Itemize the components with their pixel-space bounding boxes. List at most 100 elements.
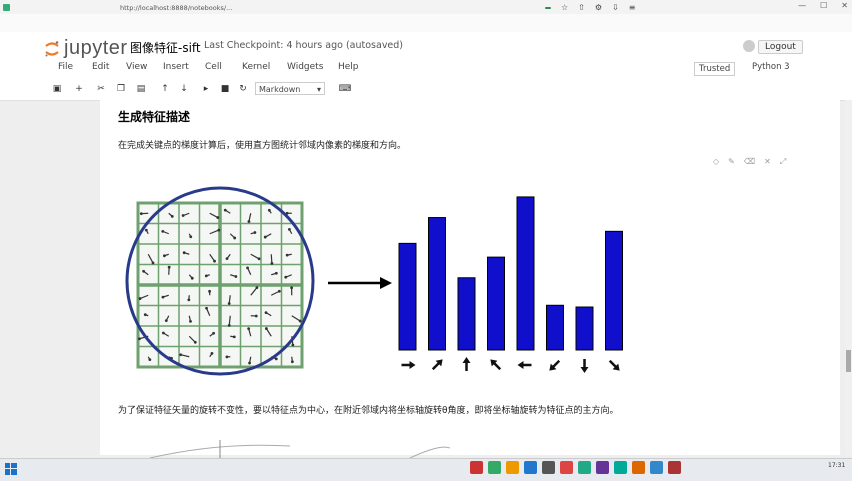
save-icon[interactable]: ▣ [50, 82, 64, 96]
move-up-icon[interactable]: ↑ [158, 82, 172, 96]
cell-tool-2-icon[interactable]: ✎ [728, 157, 735, 167]
gradient-arrow-head [286, 254, 289, 257]
logout-button[interactable]: Logout [758, 40, 803, 54]
app-11-icon[interactable] [650, 461, 663, 474]
gradient-arrow-head [228, 324, 231, 327]
gradient-arrow-head [299, 320, 302, 323]
gradient-arrow-head [278, 290, 281, 293]
next-figure-preview [130, 440, 450, 458]
gradient-arrow-head [233, 237, 236, 240]
window-controls: — ☐ ✕ [798, 1, 848, 10]
gradient-arrow-head [162, 296, 165, 299]
maximize-button[interactable]: ☐ [820, 1, 827, 10]
direction-arrow-head [518, 361, 524, 369]
cut-icon[interactable]: ✂ [94, 82, 108, 96]
keyboard-icon[interactable]: ⌨ [338, 82, 352, 96]
chevron-down-icon: ▾ [317, 83, 321, 96]
move-down-icon[interactable]: ↓ [177, 82, 191, 96]
gradient-arrow-head [171, 215, 174, 218]
cell-type-select[interactable]: Markdown▾ [255, 82, 325, 95]
close-button[interactable]: ✕ [841, 1, 848, 10]
app-10-icon[interactable] [632, 461, 645, 474]
gradient-arrow-head [211, 352, 214, 355]
run-icon[interactable]: ▸ [199, 82, 213, 96]
scrollbar-thumb[interactable] [846, 350, 851, 372]
gradient-arrow-head [142, 270, 145, 273]
app-5-icon[interactable] [542, 461, 555, 474]
cell-footer-text: 为了保证特征矢量的旋转不变性，要以特征点为中心，在附近邻域内将坐标轴旋转θ角度，… [118, 403, 619, 416]
gradient-arrow-head [208, 290, 211, 293]
sync-badge[interactable] [545, 7, 551, 9]
menu-kernel[interactable]: Kernel [242, 62, 270, 72]
gradient-arrow-head [205, 274, 208, 277]
app-6-icon[interactable] [560, 461, 573, 474]
notebook-scrollbar[interactable] [845, 100, 852, 455]
gradient-arrow-head [255, 315, 258, 318]
gradient-arrow-head [226, 257, 229, 260]
gradient-arrow-head [191, 277, 194, 280]
download-icon[interactable]: ⇩ [612, 3, 619, 12]
direction-arrow [488, 357, 504, 373]
transition-arrow [328, 277, 392, 289]
minimize-button[interactable]: — [798, 1, 806, 10]
gradient-arrow-head [165, 319, 168, 322]
sift-descriptor-figure [120, 185, 640, 385]
gradient-arrow-head [271, 262, 274, 265]
menu-view[interactable]: View [126, 62, 147, 72]
gradient-arrow-head [256, 286, 259, 289]
gradient-arrow-head [182, 214, 185, 217]
restart-icon[interactable]: ↻ [236, 82, 250, 96]
menu-edit[interactable]: Edit [92, 62, 109, 72]
direction-arrow [463, 357, 471, 371]
app-3-icon[interactable] [506, 461, 519, 474]
cell-tool-3-icon[interactable]: ⌫ [744, 157, 755, 167]
gradient-arrow-head [265, 311, 268, 314]
menu-file[interactable]: File [58, 62, 73, 72]
menu-cell[interactable]: Cell [205, 62, 222, 72]
menu-widgets[interactable]: Widgets [287, 62, 323, 72]
direction-arrow [607, 358, 623, 374]
cell-tool-4-icon[interactable]: ✕ [764, 157, 771, 167]
address-bar [0, 14, 852, 33]
app-9-icon[interactable] [614, 461, 627, 474]
gradient-arrow-head [246, 267, 249, 270]
app-7-icon[interactable] [578, 461, 591, 474]
browser-tab[interactable] [3, 1, 108, 13]
menu-icon[interactable]: ≡ [629, 3, 636, 12]
direction-arrow [581, 359, 589, 373]
share-icon[interactable]: ⇧ [578, 3, 585, 12]
gradient-arrow-head [213, 260, 216, 263]
app-8-icon[interactable] [596, 461, 609, 474]
bookmark-icon[interactable]: ☆ [561, 3, 568, 12]
jupyter-logo-icon [44, 40, 60, 58]
gradient-arrow-head [284, 276, 287, 279]
add-cell-icon[interactable]: + [72, 82, 86, 96]
gradient-arrow-head [183, 251, 186, 254]
gradient-arrow-head [275, 272, 278, 275]
extension-icon[interactable]: ⚙ [595, 3, 602, 12]
paste-icon[interactable]: ▤ [134, 82, 148, 96]
stop-icon[interactable]: ■ [218, 82, 232, 96]
taskbar-clock: 17:31 [828, 462, 845, 469]
app-1-icon[interactable] [470, 461, 483, 474]
gradient-arrow-head [194, 341, 197, 344]
tab-icon [3, 4, 10, 11]
copy-icon[interactable]: ❐ [114, 82, 128, 96]
cell-tool-5-icon[interactable]: ⤢ [780, 157, 786, 167]
url-field[interactable]: http://localhost:8888/notebooks/... [120, 4, 232, 12]
menu-help[interactable]: Help [338, 62, 359, 72]
windows-start-icon[interactable] [5, 463, 17, 475]
app-12-icon[interactable] [668, 461, 681, 474]
histogram-bar [606, 231, 623, 350]
cell-tool-1-icon[interactable]: ◇ [713, 157, 719, 167]
menu-insert[interactable]: Insert [163, 62, 189, 72]
trusted-indicator[interactable]: Trusted [694, 62, 735, 76]
taskbar-apps [470, 461, 681, 474]
notebook-title[interactable]: 图像特征-sift [130, 39, 201, 56]
cell-heading: 生成特征描述 [118, 108, 190, 125]
app-4-icon[interactable] [524, 461, 537, 474]
jupyter-logo[interactable]: jupyter [44, 37, 128, 60]
app-2-icon[interactable] [488, 461, 501, 474]
gradient-arrow-head [179, 353, 182, 356]
histogram-bar [576, 307, 593, 350]
